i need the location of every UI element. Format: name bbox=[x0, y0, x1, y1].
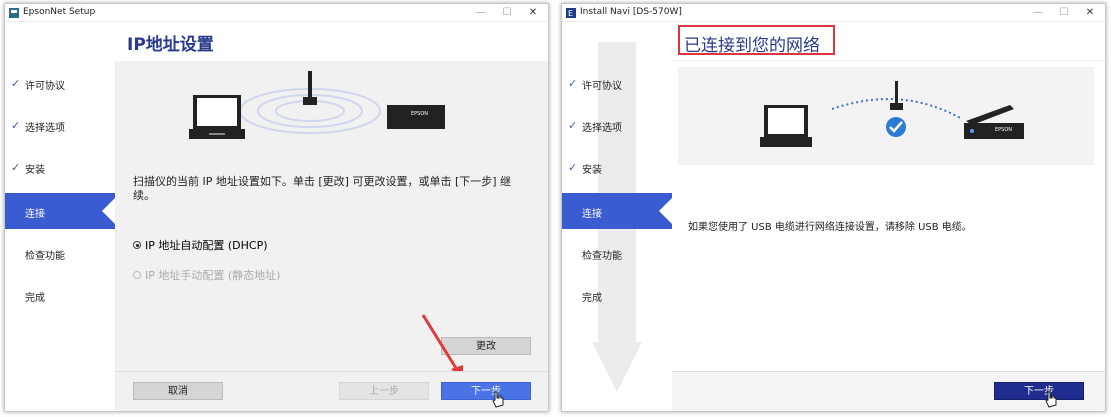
close-icon[interactable]: ✕ bbox=[1077, 4, 1103, 22]
check-icon: ✓ bbox=[11, 161, 21, 174]
scanner-brand: EPSON bbox=[995, 127, 1013, 133]
connected-illustration bbox=[760, 81, 1024, 147]
close-icon[interactable]: ✕ bbox=[520, 4, 546, 22]
next-button[interactable]: 下一步 bbox=[994, 382, 1084, 400]
scanner-icon bbox=[964, 105, 1024, 139]
radio-selected-icon bbox=[133, 241, 141, 249]
check-icon: ✓ bbox=[568, 77, 578, 90]
router-antenna-icon bbox=[303, 71, 317, 105]
network-illustration bbox=[189, 71, 445, 139]
footer-bar: 下一步 bbox=[672, 371, 1105, 411]
title-bar: E Install Navi [DS-570W] — ☐ ✕ bbox=[562, 4, 1105, 22]
hand-cursor-icon bbox=[492, 391, 504, 408]
app-icon bbox=[9, 8, 19, 18]
app-icon: E bbox=[566, 8, 576, 18]
scanner-icon bbox=[387, 105, 445, 129]
step-select-options: ✓ 选择选项 bbox=[568, 119, 622, 134]
maximize-icon[interactable]: ☐ bbox=[494, 4, 520, 22]
page-title: IP地址设置 bbox=[127, 35, 214, 55]
svg-text:E: E bbox=[568, 9, 573, 18]
router-antenna-icon bbox=[890, 81, 903, 110]
window-title: Install Navi [DS-570W] bbox=[580, 7, 682, 17]
radio-static[interactable]: IP 地址手动配置 (静态地址) bbox=[133, 267, 280, 283]
title-bar: EpsonNet Setup — ☐ ✕ bbox=[5, 4, 548, 22]
check-icon: ✓ bbox=[11, 119, 21, 132]
laptop-icon bbox=[760, 105, 812, 147]
next-button[interactable]: 下一步 bbox=[441, 382, 531, 400]
check-icon: ✓ bbox=[568, 161, 578, 174]
epsonnet-setup-window: EpsonNet Setup — ☐ ✕ ✓ 许可协议 ✓ 选择选项 ✓ 安装 连接 … bbox=[4, 3, 549, 412]
title-highlight-box bbox=[678, 25, 835, 55]
step-finish: 完成 bbox=[582, 293, 602, 304]
back-button[interactable]: 上一步 bbox=[339, 382, 429, 400]
cancel-button[interactable]: 取消 bbox=[133, 382, 223, 400]
usb-removal-message: 如果您使用了 USB 电缆进行网络连接设置，请移除 USB 电缆。 bbox=[688, 222, 972, 233]
minimize-icon[interactable]: — bbox=[468, 4, 494, 22]
content-area: EPSON 扫描仪的当前 IP 地址设置如下。单击 [更改] 可更改设置，或单击… bbox=[115, 61, 548, 379]
maximize-icon[interactable]: ☐ bbox=[1051, 4, 1077, 22]
scanner-brand: EPSON bbox=[411, 111, 429, 117]
laptop-icon bbox=[189, 95, 245, 139]
check-icon: ✓ bbox=[568, 119, 578, 132]
content-area: EPSON 如果您使用了 USB 电缆进行网络连接设置，请移除 USB 电缆。 bbox=[672, 61, 1105, 371]
page-header: IP地址设置 bbox=[115, 23, 548, 61]
ip-settings-description: 扫描仪的当前 IP 地址设置如下。单击 [更改] 可更改设置，或单击 [下一步]… bbox=[133, 175, 512, 202]
step-connect: 连接 bbox=[5, 193, 116, 229]
step-check-function: 检查功能 bbox=[25, 251, 65, 262]
step-sidebar: ✓ 许可协议 ✓ 选择选项 ✓ 安装 连接 检查功能 完成 bbox=[562, 23, 673, 411]
step-license: ✓ 许可协议 bbox=[568, 77, 622, 92]
step-select-options: ✓ 选择选项 bbox=[11, 119, 65, 134]
install-navi-window: E Install Navi [DS-570W] — ☐ ✕ ✓ 许可协议 ✓ 选择… bbox=[561, 3, 1106, 412]
radio-dhcp[interactable]: IP 地址自动配置 (DHCP) bbox=[133, 237, 268, 253]
step-install: ✓ 安装 bbox=[568, 161, 602, 176]
check-icon: ✓ bbox=[11, 77, 21, 90]
step-install: ✓ 安装 bbox=[11, 161, 45, 176]
step-license: ✓ 许可协议 bbox=[11, 77, 65, 92]
step-finish: 完成 bbox=[25, 293, 45, 304]
hand-cursor-icon bbox=[1045, 391, 1057, 408]
step-connect: 连接 bbox=[562, 193, 673, 229]
checkmark-icon bbox=[886, 117, 906, 137]
footer-bar: 取消 上一步 下一步 bbox=[115, 371, 548, 411]
window-title: EpsonNet Setup bbox=[23, 7, 96, 17]
minimize-icon[interactable]: — bbox=[1025, 4, 1051, 22]
radio-unselected-icon bbox=[133, 271, 141, 279]
step-check-function: 检查功能 bbox=[582, 251, 622, 262]
step-sidebar: ✓ 许可协议 ✓ 选择选项 ✓ 安装 连接 检查功能 完成 bbox=[5, 23, 116, 411]
